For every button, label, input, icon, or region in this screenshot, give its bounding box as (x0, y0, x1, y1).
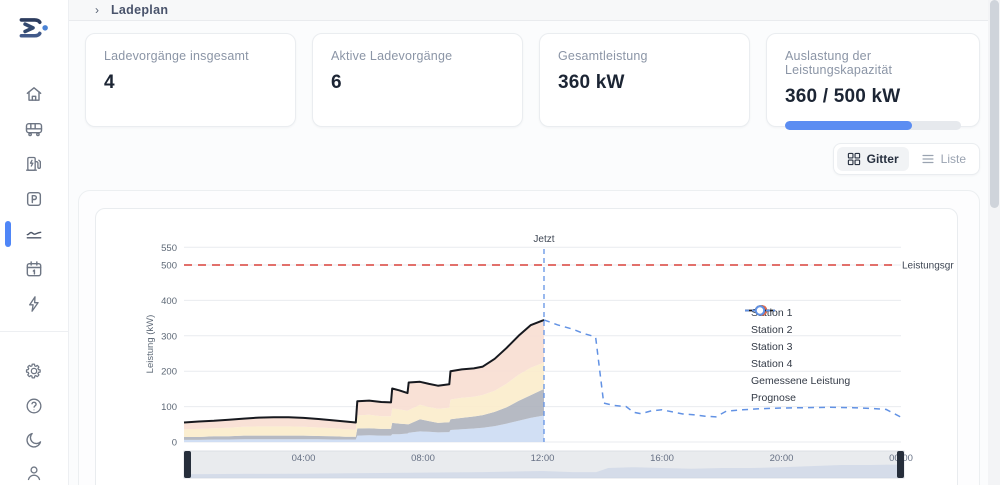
scrollbar-thumb[interactable] (990, 0, 999, 208)
legend-item-4[interactable]: Station 4 (744, 355, 850, 372)
capacity-progress-track (785, 121, 961, 130)
sidebar-item-charging-plan[interactable] (24, 224, 44, 244)
legend-label: Station 3 (751, 341, 792, 353)
stat-label: Ladevorgänge insgesamt (104, 49, 277, 63)
legend-label: Station 4 (751, 358, 792, 370)
scrollbar-track[interactable] (988, 0, 1000, 485)
grid-icon (847, 152, 861, 166)
stat-card-active-sessions: Aktive Ladevorgänge 6 (312, 33, 523, 127)
charging-station-icon (24, 154, 44, 174)
svg-text:100: 100 (161, 402, 177, 413)
svg-text:Jetzt: Jetzt (533, 234, 554, 245)
bus-icon (24, 119, 44, 139)
svg-text:04:00: 04:00 (292, 453, 316, 464)
stat-card-capacity-utilization: Auslastung der Leistungskapazität 360 / … (766, 33, 980, 127)
stat-card-total-power: Gesamtleistung 360 kW (539, 33, 750, 127)
sidebar-item-dark-mode[interactable] (24, 430, 44, 450)
breadcrumb-label[interactable]: Ladeplan (111, 3, 168, 17)
svg-text:500: 500 (161, 261, 177, 272)
svg-text:200: 200 (161, 367, 177, 378)
svg-text:400: 400 (161, 296, 177, 307)
legend-label: Station 2 (751, 324, 792, 336)
time-range-brush[interactable]: 04:0008:0012:0016:0020:0000:00 (184, 451, 913, 478)
legend-item-2[interactable]: Station 2 (744, 321, 850, 338)
legend-item-3[interactable]: Station 3 (744, 338, 850, 355)
sidebar (0, 0, 69, 485)
stat-label: Aktive Ladevorgänge (331, 49, 504, 63)
lightning-icon (24, 294, 44, 314)
sidebar-item-settings[interactable] (24, 361, 44, 381)
sidebar-item-charging-stations[interactable] (24, 154, 44, 174)
view-toggle: Gitter Liste (833, 143, 980, 175)
list-view-label: Liste (941, 152, 966, 166)
sidebar-divider (0, 331, 68, 332)
sidebar-item-home[interactable] (24, 84, 44, 104)
brush-handle-right[interactable] (897, 451, 904, 478)
active-nav-indicator (5, 221, 11, 247)
grid-view-label: Gitter (867, 152, 899, 166)
sidebar-item-calendar[interactable] (24, 259, 44, 279)
svg-text:Leistungsgr: Leistungsgr (902, 261, 954, 272)
moon-icon (24, 430, 44, 450)
ladeplan-dashboard: › Ladeplan Ladevorgänge insgesamt 4 Akti… (0, 0, 1000, 485)
stat-label: Gesamtleistung (558, 49, 731, 63)
sidebar-item-help[interactable] (24, 396, 44, 416)
stat-card-total-sessions: Ladevorgänge insgesamt 4 (85, 33, 296, 127)
parking-icon (24, 189, 44, 209)
stat-value: 360 / 500 kW (785, 86, 961, 108)
load-chart-card: 0 100 200 300 400 500 550 Leistung (kW) Leistung… (95, 208, 958, 485)
sidebar-item-vehicles[interactable] (24, 119, 44, 139)
legend-label: Prognose (751, 392, 796, 404)
svg-text:08:00: 08:00 (411, 453, 435, 464)
sidebar-item-energy[interactable] (24, 294, 44, 314)
grid-view-button[interactable]: Gitter (837, 147, 909, 171)
chart-legend: Station 1Station 2Station 3Station 4Geme… (744, 304, 850, 406)
user-icon (24, 463, 44, 483)
stat-value: 6 (331, 72, 504, 94)
svg-text:550: 550 (161, 243, 177, 254)
svg-text:300: 300 (161, 331, 177, 342)
breadcrumb: › Ladeplan (68, 0, 1000, 21)
series-line-icon (744, 304, 776, 317)
list-icon (921, 152, 935, 166)
svg-text:Leistung (kW): Leistung (kW) (145, 315, 156, 374)
svg-text:20:00: 20:00 (770, 453, 794, 464)
calendar-icon (24, 259, 44, 279)
gear-icon (24, 361, 44, 381)
legend-item-6[interactable]: Prognose (744, 389, 850, 406)
brush-handle-left[interactable] (184, 451, 191, 478)
trend-chart-icon (24, 224, 44, 244)
list-view-button[interactable]: Liste (911, 147, 976, 171)
home-icon (24, 84, 44, 104)
brand-logo[interactable] (14, 12, 52, 42)
sidebar-item-profile[interactable] (24, 463, 44, 483)
legend-label: Gemessene Leistung (751, 375, 850, 387)
stat-value: 4 (104, 72, 277, 94)
chevron-right-icon[interactable]: › (95, 3, 99, 17)
capacity-progress-fill (785, 121, 912, 130)
svg-text:16:00: 16:00 (650, 453, 674, 464)
stat-value: 360 kW (558, 72, 731, 94)
svg-text:12:00: 12:00 (531, 453, 555, 464)
stat-label: Auslastung der Leistungskapazität (785, 49, 961, 77)
svg-text:0: 0 (172, 438, 177, 449)
help-icon (24, 396, 44, 416)
sidebar-item-parking[interactable] (24, 189, 44, 209)
legend-item-5[interactable]: Gemessene Leistung (744, 372, 850, 389)
